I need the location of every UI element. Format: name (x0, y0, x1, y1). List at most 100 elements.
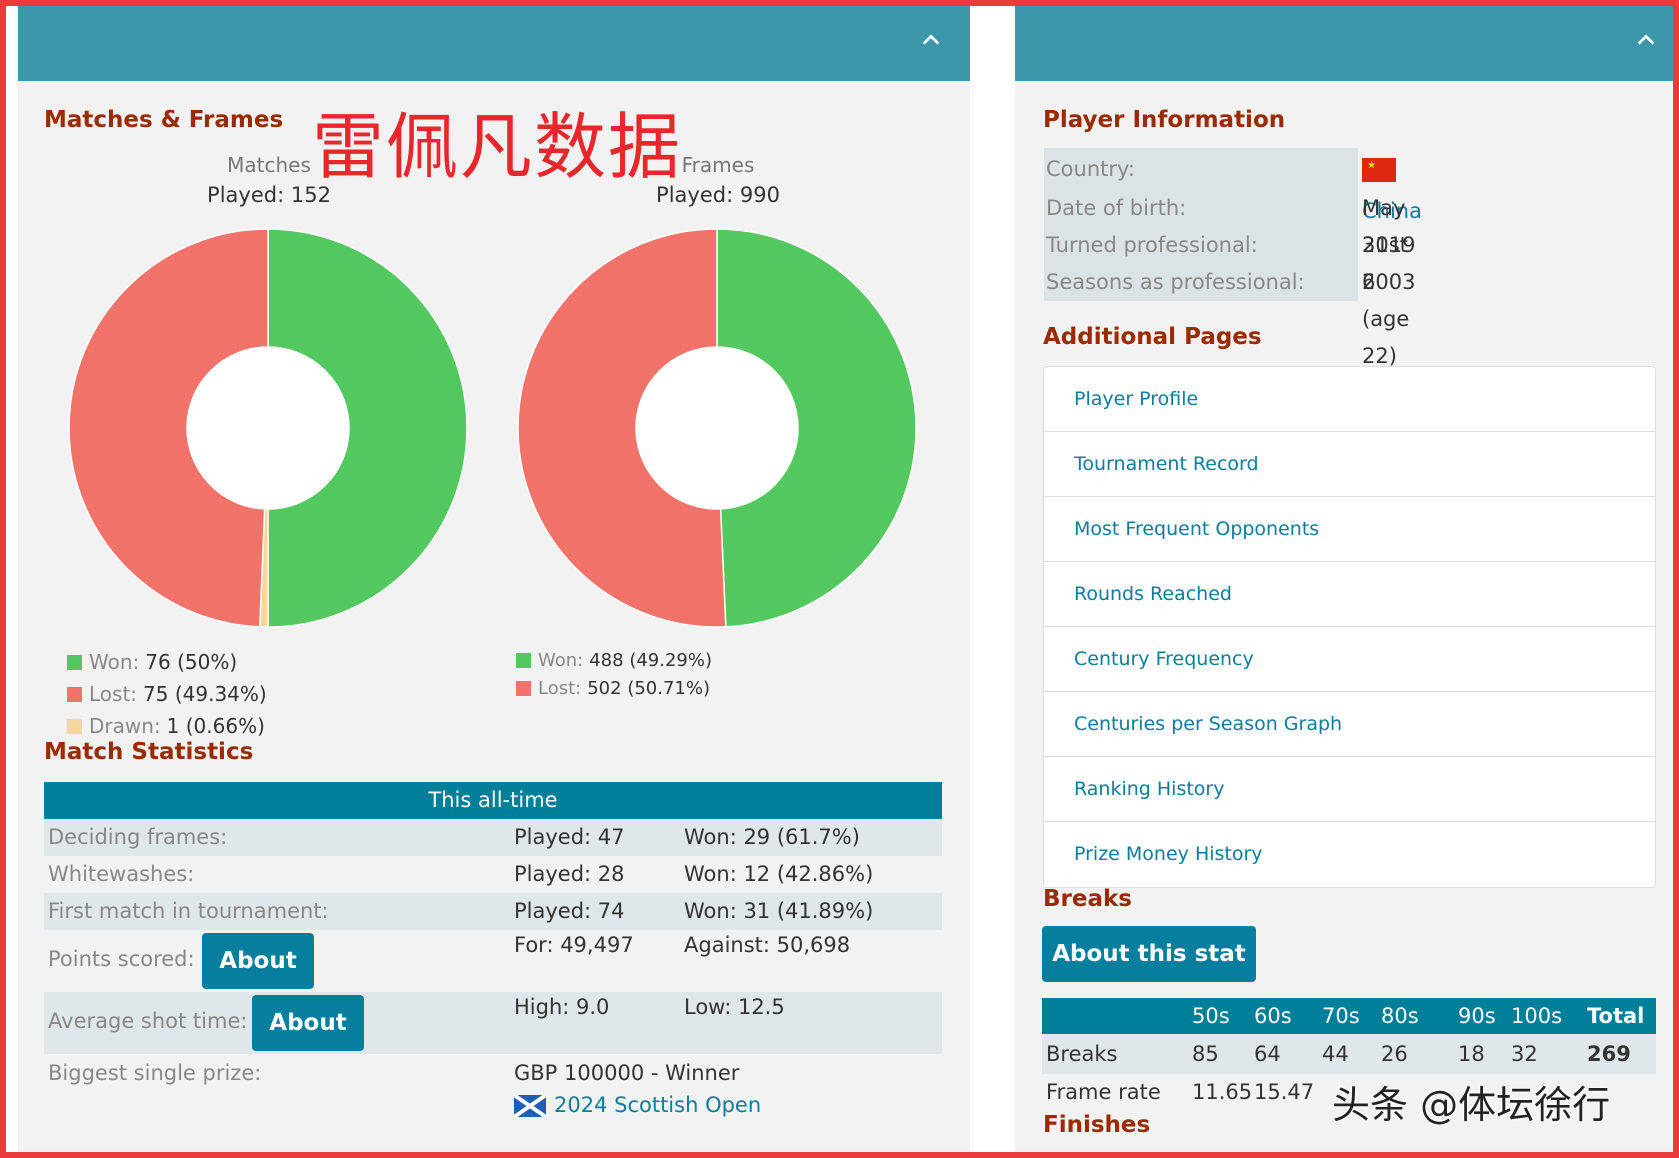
row-value: Won: 31 (41.89%) (684, 899, 874, 923)
legend-won: Won: 76 (50%) (67, 646, 267, 678)
donut-hole (187, 347, 349, 509)
legend-value: 76 (50%) (145, 650, 238, 674)
finishes-heading: Finishes (1043, 1112, 1151, 1138)
page-link-centuries-graph[interactable]: Centuries per Season Graph (1044, 692, 1655, 757)
row-value: 44 (1322, 1042, 1349, 1066)
panel-header-right (1015, 6, 1673, 81)
row-value: 26 (1381, 1042, 1408, 1066)
matches-legend: Won: 76 (50%) Lost: 75 (49.34%) Drawn: 1… (67, 646, 267, 742)
china-flag-icon: ★ (1362, 158, 1396, 182)
info-value: 6 (1362, 270, 1376, 294)
info-label: Seasons as professional: (1044, 264, 1358, 301)
row-value: 18 (1458, 1042, 1485, 1066)
scotland-flag-icon (514, 1095, 546, 1117)
watermark: 头条 @体坛徐行 (1332, 1083, 1611, 1127)
column-header: 90s (1458, 1004, 1496, 1028)
row-label: Average shot time: (48, 1009, 248, 1033)
page-link-prize-money-history[interactable]: Prize Money History (1044, 822, 1655, 887)
matches-donut-chart (68, 228, 468, 628)
match-stats-table: This all-time Deciding frames: Played: 4… (44, 782, 942, 1124)
row-value: Low: 12.5 (684, 995, 785, 1019)
legend-label: Lost: (538, 677, 582, 699)
lost-swatch (67, 686, 82, 702)
row-label: Deciding frames: (48, 825, 228, 849)
column-header: 100s (1511, 1004, 1563, 1028)
row-label: Points scored: (48, 947, 195, 971)
legend-label: Drawn: (89, 714, 161, 738)
frames-donut-chart (517, 228, 917, 628)
info-label: Turned professional: (1044, 227, 1358, 264)
table-row: Points scored: About For: 49,497 Against… (44, 930, 942, 992)
column-header: 70s (1322, 1004, 1360, 1028)
column-header: 60s (1254, 1004, 1292, 1028)
legend-won: Won: 488 (49.29%) (516, 646, 712, 674)
panel-header-left (18, 6, 970, 81)
additional-pages-heading: Additional Pages (1043, 324, 1262, 350)
legend-value: 488 (49.29%) (589, 649, 712, 671)
match-statistics-heading: Match Statistics (44, 739, 254, 765)
row-value: High: 9.0 (514, 995, 610, 1019)
row-value: Played: 47 (514, 825, 625, 849)
row-value: 32 (1511, 1042, 1538, 1066)
page-link-ranking-history[interactable]: Ranking History (1044, 757, 1655, 822)
table-row: Deciding frames: Played: 47 Won: 29 (61.… (44, 819, 942, 856)
about-this-stat-button[interactable]: About this stat (1042, 926, 1256, 982)
row-value: 269 (1587, 1042, 1631, 1066)
lost-swatch (516, 680, 531, 696)
chevron-up-icon[interactable] (1631, 28, 1661, 58)
legend-value: 502 (50.71%) (587, 677, 710, 699)
table-row: First match in tournament: Played: 74 Wo… (44, 893, 942, 930)
breaks-table-header: 50s 60s 70s 80s 90s 100s Total (1042, 998, 1656, 1034)
row-label: Frame rate (1046, 1080, 1161, 1104)
row-label: First match in tournament: (48, 899, 329, 923)
points-about-button[interactable]: About (202, 933, 314, 989)
frames-legend: Won: 488 (49.29%) Lost: 502 (50.71%) (516, 646, 712, 702)
overlay-title: 雷佩凡数据 (312, 105, 683, 189)
legend-value: 1 (0.66%) (166, 714, 265, 738)
legend-label: Won: (538, 649, 584, 671)
won-swatch (516, 652, 531, 668)
table-row: Breaks 85 64 44 26 18 32 269 (1042, 1034, 1656, 1074)
matches-frames-heading: Matches & Frames (44, 107, 284, 133)
table-row: Whitewashes: Played: 28 Won: 12 (42.86%) (44, 856, 942, 893)
info-label: Country: (1044, 148, 1358, 190)
row-value: Against: 50,698 (684, 933, 851, 957)
row-value: Played: 74 (514, 899, 625, 923)
page-link-rounds-reached[interactable]: Rounds Reached (1044, 562, 1655, 627)
drawn-swatch (67, 718, 82, 734)
stats-table-header: This all-time (44, 782, 942, 819)
legend-value: 75 (49.34%) (143, 682, 267, 706)
page-link-century-frequency[interactable]: Century Frequency (1044, 627, 1655, 692)
legend-drawn: Drawn: 1 (0.66%) (67, 710, 267, 742)
frames-chart-title: Frames (681, 153, 755, 177)
row-value: Played: 28 (514, 862, 625, 886)
legend-label: Won: (89, 650, 140, 674)
page-link-tournament-record[interactable]: Tournament Record (1044, 432, 1655, 497)
legend-label: Lost: (89, 682, 138, 706)
table-row: Average shot time: About High: 9.0 Low: … (44, 992, 942, 1054)
legend-lost: Lost: 75 (49.34%) (67, 678, 267, 710)
row-label: Biggest single prize: (48, 1061, 262, 1085)
row-value: Won: 12 (42.86%) (684, 862, 874, 886)
row-value: 85 (1192, 1042, 1219, 1066)
page-link-player-profile[interactable]: Player Profile (1044, 367, 1655, 432)
prize-tournament-link[interactable]: 2024 Scottish Open (554, 1093, 761, 1117)
column-header: 50s (1192, 1004, 1230, 1028)
chevron-up-icon[interactable] (916, 28, 946, 58)
breaks-heading: Breaks (1043, 886, 1132, 912)
additional-pages-list: Player Profile Tournament Record Most Fr… (1043, 366, 1656, 888)
legend-lost: Lost: 502 (50.71%) (516, 674, 712, 702)
row-label: Whitewashes: (48, 862, 195, 886)
column-header: Total (1587, 1004, 1645, 1028)
row-value: GBP 100000 - Winner (514, 1061, 740, 1085)
row-value: For: 49,497 (514, 933, 634, 957)
page-link-frequent-opponents[interactable]: Most Frequent Opponents (1044, 497, 1655, 562)
frames-played: Played: 990 (656, 183, 780, 207)
prize-tournament-link-wrap[interactable]: 2024 Scottish Open (514, 1093, 761, 1117)
matches-played: Played: 152 (207, 183, 331, 207)
info-value: 2019 (1362, 233, 1416, 257)
row-value: Won: 29 (61.7%) (684, 825, 860, 849)
donut-hole (636, 347, 798, 509)
row-value: 11.65 (1192, 1080, 1253, 1104)
shot-time-about-button[interactable]: About (252, 995, 364, 1051)
